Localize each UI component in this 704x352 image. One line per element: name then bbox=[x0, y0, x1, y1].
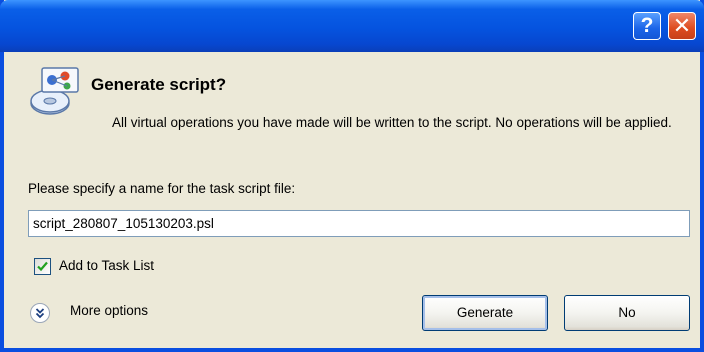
no-button[interactable]: No bbox=[564, 295, 690, 331]
more-options-label: More options bbox=[70, 303, 149, 318]
add-to-task-list-checkbox[interactable] bbox=[34, 258, 51, 275]
more-options-button[interactable]: More options bbox=[30, 302, 180, 326]
help-button[interactable]: ? bbox=[633, 12, 661, 40]
generate-button[interactable]: Generate bbox=[422, 295, 548, 331]
dialog-body: Generate script? All virtual operations … bbox=[4, 52, 700, 348]
add-to-task-list-label[interactable]: Add to Task List bbox=[59, 258, 154, 273]
double-chevron-down-icon bbox=[30, 303, 50, 323]
dialog-description: All virtual operations you have made wil… bbox=[112, 115, 672, 130]
script-disk-icon bbox=[28, 65, 84, 121]
close-button[interactable]: ✕ bbox=[668, 12, 696, 40]
dialog-title: Generate script? bbox=[91, 75, 227, 94]
script-name-input[interactable] bbox=[28, 210, 690, 237]
script-name-label: Please specify a name for the task scrip… bbox=[28, 181, 296, 196]
title-bar[interactable]: ? ✕ bbox=[0, 0, 704, 52]
generate-script-dialog: ? ✕ Generate script? All virtual operati… bbox=[0, 0, 704, 352]
checkmark-icon bbox=[37, 261, 48, 272]
